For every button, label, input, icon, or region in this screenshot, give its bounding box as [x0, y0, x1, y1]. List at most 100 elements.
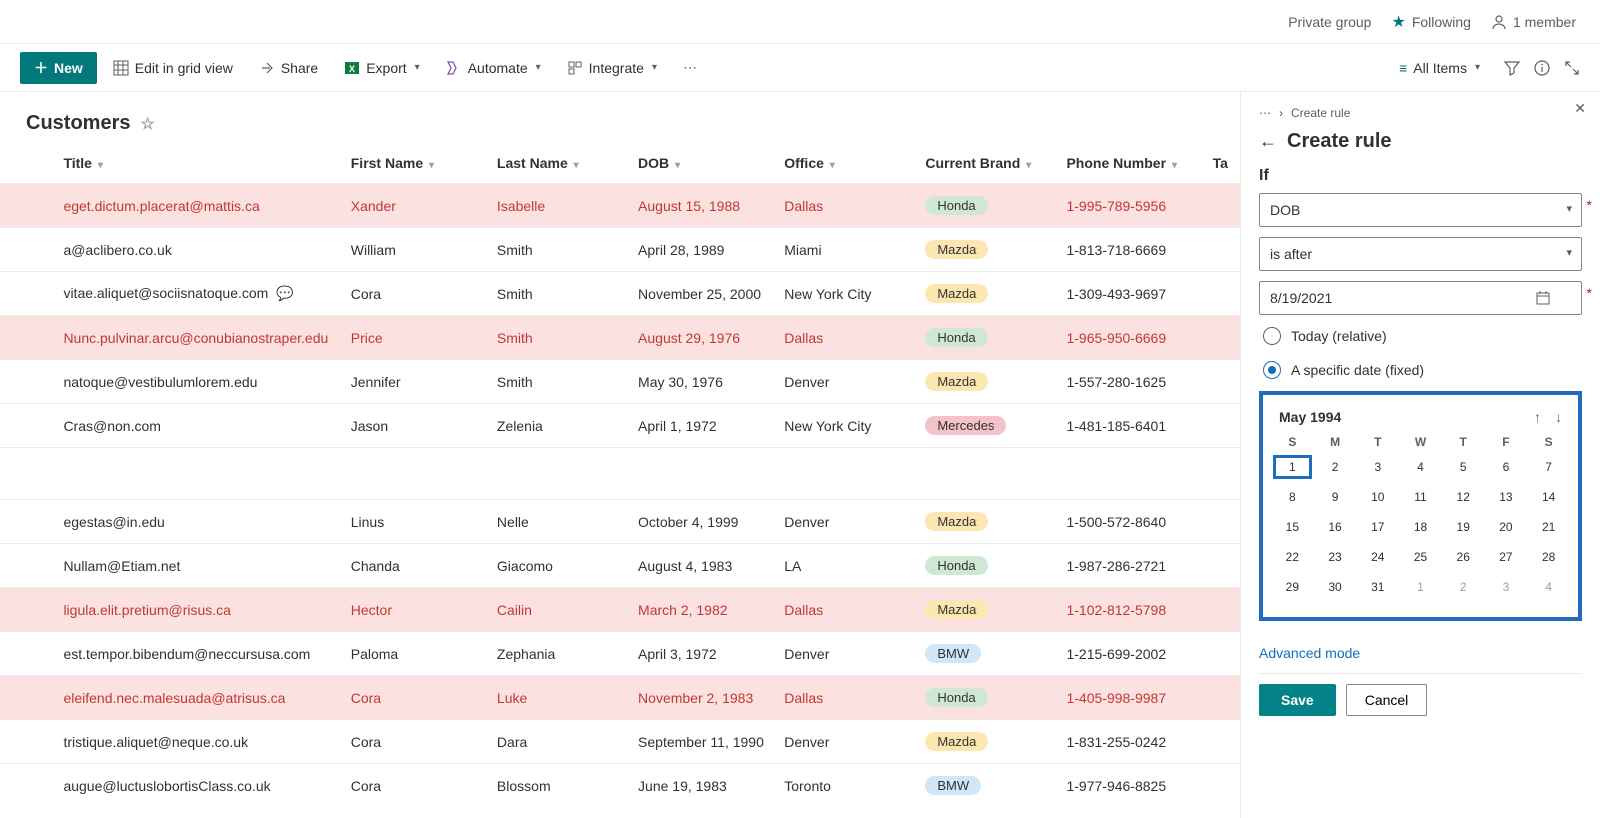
cell-title[interactable]: natoque@vestibulumlorem.edu [55, 360, 342, 404]
edit-grid-button[interactable]: Edit in grid view [103, 52, 243, 84]
cell-title[interactable]: augue@luctuslobortisClass.co.uk [55, 764, 342, 808]
col-title[interactable]: Title ▾ [55, 143, 342, 184]
next-month-icon[interactable]: ↓ [1555, 409, 1562, 425]
calendar-day[interactable]: 23 [1316, 545, 1355, 569]
cell-title[interactable]: Cras@non.com [55, 404, 342, 448]
close-icon[interactable]: ✕ [1574, 100, 1586, 117]
overflow-button[interactable]: ⋯ [673, 52, 707, 84]
calendar-day[interactable]: 3 [1487, 575, 1526, 599]
cell-last: Cailin [489, 588, 630, 632]
table-row[interactable]: vitae.aliquet@sociisnatoque.com 💬CoraSmi… [0, 272, 1240, 316]
col-dob[interactable]: DOB ▾ [630, 143, 776, 184]
calendar-day[interactable]: 24 [1358, 545, 1397, 569]
table-row[interactable]: eleifend.nec.malesuada@atrisus.caCoraLuk… [0, 676, 1240, 720]
calendar-day[interactable]: 10 [1358, 485, 1397, 509]
col-first[interactable]: First Name ▾ [343, 143, 489, 184]
calendar-day[interactable]: 4 [1529, 575, 1568, 599]
radio-relative[interactable]: Today (relative) [1259, 319, 1582, 353]
calendar-day[interactable]: 12 [1444, 485, 1483, 509]
calendar-day[interactable]: 11 [1401, 485, 1440, 509]
new-button[interactable]: ＋ New [20, 52, 97, 84]
following-toggle[interactable]: ★ Following [1391, 12, 1470, 32]
advanced-mode-link[interactable]: Advanced mode [1259, 645, 1582, 661]
calendar-day[interactable]: 21 [1529, 515, 1568, 539]
calendar-day[interactable]: 9 [1316, 485, 1355, 509]
calendar-day[interactable]: 31 [1358, 575, 1397, 599]
calendar-day[interactable]: 29 [1273, 575, 1312, 599]
calendar-day[interactable]: 22 [1273, 545, 1312, 569]
prev-month-icon[interactable]: ↑ [1534, 409, 1541, 425]
cell-title[interactable]: est.tempor.bibendum@neccursusa.com [55, 632, 342, 676]
cell-title[interactable]: Nunc.pulvinar.arcu@conubianostraper.edu [55, 316, 342, 360]
view-selector[interactable]: ≡ All Items ▾ [1389, 52, 1490, 84]
automate-button[interactable]: Automate ▾ [436, 52, 551, 84]
table-row[interactable]: tristique.aliquet@neque.co.ukCoraDaraSep… [0, 720, 1240, 764]
radio-fixed[interactable]: A specific date (fixed) [1259, 353, 1582, 387]
calendar-day[interactable]: 30 [1316, 575, 1355, 599]
operator-select[interactable]: is after [1259, 237, 1582, 271]
calendar-day[interactable]: 3 [1358, 455, 1397, 479]
col-office[interactable]: Office ▾ [776, 143, 917, 184]
favorite-icon[interactable]: ☆ [140, 114, 154, 134]
table-row[interactable]: a@aclibero.co.ukWilliamSmithApril 28, 19… [0, 228, 1240, 272]
calendar-day[interactable]: 13 [1487, 485, 1526, 509]
calendar-day[interactable]: 18 [1401, 515, 1440, 539]
integrate-button[interactable]: Integrate ▾ [557, 52, 667, 84]
cancel-button[interactable]: Cancel [1346, 684, 1428, 716]
share-button[interactable]: Share [249, 52, 328, 84]
brand-pill: Mazda [925, 732, 988, 751]
cell-title[interactable]: eget.dictum.placerat@mattis.ca [55, 184, 342, 228]
cell-title[interactable]: vitae.aliquet@sociisnatoque.com 💬 [55, 272, 342, 316]
calendar-day[interactable]: 20 [1487, 515, 1526, 539]
calendar-day[interactable]: 1 [1401, 575, 1440, 599]
cell-title[interactable]: egestas@in.edu [55, 500, 342, 544]
member-count[interactable]: 1 member [1491, 14, 1576, 30]
table-row[interactable]: egestas@in.eduLinusNelleOctober 4, 1999D… [0, 500, 1240, 544]
cell-title[interactable]: a@aclibero.co.uk [55, 228, 342, 272]
export-button[interactable]: X Export ▾ [334, 52, 430, 84]
info-icon[interactable] [1534, 60, 1550, 76]
col-tag[interactable]: Ta [1205, 143, 1240, 184]
calendar-day[interactable]: 27 [1487, 545, 1526, 569]
filter-icon[interactable] [1504, 60, 1520, 76]
calendar-day[interactable]: 2 [1316, 455, 1355, 479]
comment-icon[interactable]: 💬 [276, 285, 293, 301]
cell-title[interactable]: Nullam@Etiam.net [55, 544, 342, 588]
column-select[interactable]: DOB [1259, 193, 1582, 227]
back-arrow-icon[interactable]: ← [1259, 131, 1277, 152]
calendar-day[interactable]: 5 [1444, 455, 1483, 479]
table-row[interactable]: natoque@vestibulumlorem.eduJenniferSmith… [0, 360, 1240, 404]
table-row[interactable]: Nullam@Etiam.netChandaGiacomoAugust 4, 1… [0, 544, 1240, 588]
table-row[interactable]: Cras@non.comJasonZeleniaApril 1, 1972New… [0, 404, 1240, 448]
cell-title[interactable]: tristique.aliquet@neque.co.uk [55, 720, 342, 764]
calendar-day[interactable]: 28 [1529, 545, 1568, 569]
calendar-day[interactable]: 16 [1316, 515, 1355, 539]
calendar-day[interactable]: 17 [1358, 515, 1397, 539]
table-row[interactable]: est.tempor.bibendum@neccursusa.comPaloma… [0, 632, 1240, 676]
calendar-day[interactable]: 7 [1529, 455, 1568, 479]
table-row[interactable]: augue@luctuslobortisClass.co.ukCoraBloss… [0, 764, 1240, 808]
table-row[interactable]: ligula.elit.pretium@risus.caHectorCailin… [0, 588, 1240, 632]
calendar-day[interactable]: 8 [1273, 485, 1312, 509]
col-phone[interactable]: Phone Number ▾ [1058, 143, 1204, 184]
col-last[interactable]: Last Name ▾ [489, 143, 630, 184]
breadcrumb-root[interactable]: ⋯ [1259, 106, 1271, 120]
calendar-day[interactable]: 25 [1401, 545, 1440, 569]
col-brand[interactable]: Current Brand ▾ [917, 143, 1058, 184]
date-input[interactable]: 8/19/2021 [1259, 281, 1582, 315]
table-row[interactable]: eget.dictum.placerat@mattis.caXanderIsab… [0, 184, 1240, 228]
calendar-day[interactable]: 26 [1444, 545, 1483, 569]
month-year-label[interactable]: May 1994 [1279, 409, 1341, 425]
calendar-day[interactable]: 1 [1273, 455, 1312, 479]
table-row[interactable]: Nunc.pulvinar.arcu@conubianostraper.eduP… [0, 316, 1240, 360]
cell-title[interactable]: eleifend.nec.malesuada@atrisus.ca [55, 676, 342, 720]
calendar-day[interactable]: 14 [1529, 485, 1568, 509]
calendar-day[interactable]: 6 [1487, 455, 1526, 479]
calendar-day[interactable]: 19 [1444, 515, 1483, 539]
expand-icon[interactable] [1564, 60, 1580, 76]
calendar-day[interactable]: 15 [1273, 515, 1312, 539]
cell-title[interactable]: ligula.elit.pretium@risus.ca [55, 588, 342, 632]
save-button[interactable]: Save [1259, 684, 1336, 716]
calendar-day[interactable]: 2 [1444, 575, 1483, 599]
calendar-day[interactable]: 4 [1401, 455, 1440, 479]
